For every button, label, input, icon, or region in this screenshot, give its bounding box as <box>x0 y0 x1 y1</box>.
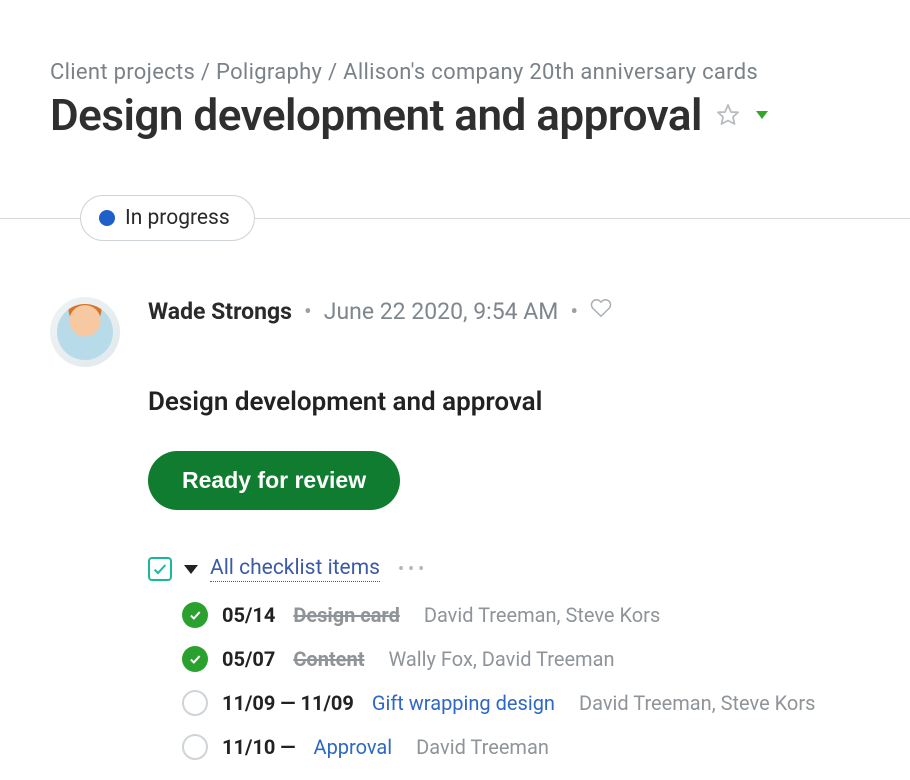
breadcrumb-sep: / <box>201 60 216 85</box>
checklist-item-assignees: Wally Fox, David Treeman <box>388 647 614 671</box>
breadcrumb[interactable]: Client projects / Poligraphy / Allison's… <box>50 60 860 85</box>
page-title: Design development and approval <box>50 89 702 141</box>
heart-icon[interactable] <box>590 297 612 325</box>
check-done-icon[interactable] <box>182 602 208 628</box>
checklist-item-title[interactable]: Approval <box>314 735 393 759</box>
checklist-item-assignees: David Treeman <box>416 735 549 759</box>
checklist-heading[interactable]: All checklist items <box>210 556 380 582</box>
checklist-item-title: Content <box>293 647 364 671</box>
checklist-item-date: 05/14 <box>222 603 275 627</box>
checklist-item-date: 05/07 <box>222 647 275 671</box>
post-title: Design development and approval <box>148 387 860 417</box>
check-open-icon[interactable] <box>182 690 208 716</box>
post-timestamp: June 22 2020, 9:54 AM <box>324 298 559 325</box>
separator-dot: • <box>570 298 578 325</box>
breadcrumb-item[interactable]: Poligraphy <box>216 60 322 85</box>
status-label: In progress <box>125 206 230 230</box>
checklist-toggle-icon[interactable] <box>148 557 172 581</box>
checklist-item[interactable]: 11/10 — Approval David Treeman <box>182 734 860 760</box>
status-dot-icon <box>99 210 115 226</box>
checklist-item-assignees: David Treeman, Steve Kors <box>424 603 660 627</box>
post-author[interactable]: Wade Strongs <box>148 298 292 325</box>
checklist-item-title: Design card <box>293 603 400 627</box>
more-icon[interactable]: ••• <box>398 559 428 580</box>
breadcrumb-item[interactable]: Allison's company 20th anniversary cards <box>343 60 758 85</box>
star-icon[interactable] <box>716 102 742 128</box>
ready-for-review-button[interactable]: Ready for review <box>148 451 400 510</box>
breadcrumb-item[interactable]: Client projects <box>50 60 195 85</box>
separator-dot: • <box>304 298 312 325</box>
checklist-item-date: 11/09 — 11/09 <box>222 691 354 715</box>
status-chip[interactable]: In progress <box>80 195 255 241</box>
check-done-icon[interactable] <box>182 646 208 672</box>
check-open-icon[interactable] <box>182 734 208 760</box>
checklist: 05/14 Design card David Treeman, Steve K… <box>148 602 860 760</box>
caret-down-icon[interactable] <box>184 565 198 574</box>
checklist-item-date: 11/10 — <box>222 735 296 759</box>
checklist-item[interactable]: 05/14 Design card David Treeman, Steve K… <box>182 602 860 628</box>
checklist-item-assignees: David Treeman, Steve Kors <box>579 691 815 715</box>
checklist-item-title[interactable]: Gift wrapping design <box>372 691 555 715</box>
avatar[interactable] <box>50 297 120 367</box>
checklist-item[interactable]: 11/09 — 11/09 Gift wrapping design David… <box>182 690 860 716</box>
checklist-item[interactable]: 05/07 Content Wally Fox, David Treeman <box>182 646 860 672</box>
chevron-down-icon[interactable] <box>756 111 768 119</box>
breadcrumb-sep: / <box>328 60 343 85</box>
